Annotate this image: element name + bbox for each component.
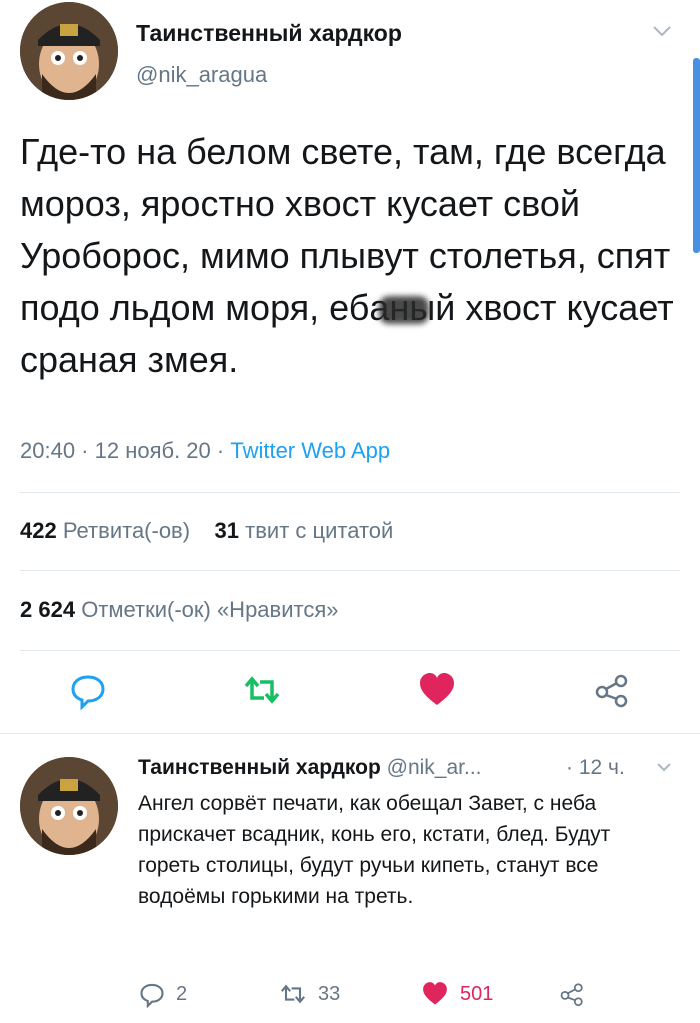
divider	[20, 650, 680, 651]
author-name[interactable]: Таинственный хардкор	[136, 20, 402, 47]
divider	[0, 733, 700, 734]
author-name[interactable]: Таинственный хардкор	[138, 756, 381, 779]
share-icon	[560, 983, 583, 1007]
quote-count: 31	[214, 518, 240, 543]
tweet-text: Ангел сорвёт печати, как обещал Завет, с…	[138, 792, 611, 908]
share-icon[interactable]	[592, 670, 632, 710]
retweet-action[interactable]: 33	[278, 980, 340, 1008]
heart-icon	[423, 982, 447, 1005]
quote-label: твит с цитатой	[245, 518, 394, 543]
divider	[20, 570, 680, 571]
tweet-timestamp[interactable]: 20:40 · 12 нояб. 20 ·	[20, 438, 230, 463]
like-label: Отметки(-ок) «Нравится»	[81, 597, 339, 622]
tweet-meta: 20:40 · 12 нояб. 20 · Twitter Web App	[20, 438, 390, 464]
tweet-text: Где-то на белом свете, там, где всегда м…	[20, 126, 685, 386]
reply-action[interactable]: 2	[138, 980, 187, 1008]
share-action[interactable]	[558, 980, 586, 1008]
chevron-down-icon[interactable]	[652, 24, 672, 38]
chat-bubble-icon[interactable]	[68, 670, 108, 710]
author-handle[interactable]: @nik_aragua	[136, 62, 267, 88]
retweet-icon[interactable]	[242, 670, 282, 710]
divider	[20, 492, 680, 493]
tweet-source[interactable]: Twitter Web App	[230, 438, 390, 463]
like-count: 501	[460, 982, 494, 1005]
chevron-down-icon[interactable]	[656, 762, 672, 773]
retweet-count: 33	[318, 982, 341, 1005]
like-action[interactable]: 501	[420, 980, 493, 1008]
avatar[interactable]	[20, 2, 118, 100]
retweet-icon	[281, 984, 305, 1004]
scrollbar[interactable]	[693, 58, 700, 253]
retweet-label: Ретвита(-ов)	[62, 518, 191, 543]
retweet-count: 422	[20, 518, 57, 543]
avatar[interactable]	[20, 757, 118, 855]
tweet-timestamp[interactable]: · 12 ч.	[566, 756, 625, 780]
tweet-actions	[0, 670, 700, 720]
chat-bubble-icon	[140, 983, 164, 1008]
main-tweet-header: Таинственный хардкор @nik_aragua	[20, 2, 680, 102]
reply-count: 2	[176, 982, 188, 1005]
like-count: 2 624	[20, 597, 76, 622]
author-handle[interactable]: @nik_ar...	[387, 756, 482, 779]
reply-actions: 2 33 501	[138, 980, 678, 1012]
reply-header: Таинственный хардкор @nik_ar... · 12 ч.	[138, 756, 678, 780]
censored-word: аны	[369, 282, 435, 334]
retweet-stats[interactable]: 422 Ретвита(-ов) 31 твит с цитатой	[20, 518, 393, 544]
heart-icon[interactable]	[417, 670, 457, 710]
like-stats[interactable]: 2 624 Отметки(-ок) «Нравится»	[20, 597, 339, 623]
